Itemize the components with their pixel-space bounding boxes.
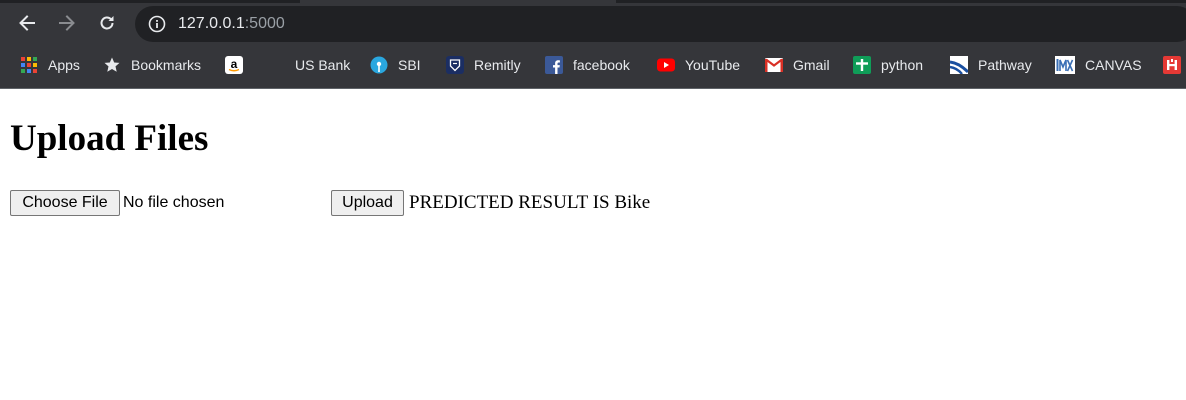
tab-strip <box>0 0 1186 3</box>
amazon-icon: a <box>225 56 243 74</box>
bookmark-python[interactable]: python <box>853 50 923 80</box>
bookmark-canvas[interactable]: CANVAS <box>1055 50 1142 80</box>
bookmark-label: facebook <box>573 57 630 73</box>
bookmark-amazon[interactable]: a <box>225 50 253 80</box>
apps-grid-icon <box>20 56 38 74</box>
active-tab[interactable] <box>300 0 616 3</box>
reload-button[interactable] <box>92 8 122 38</box>
upload-button[interactable]: Upload <box>331 190 404 216</box>
page-title: Upload Files <box>10 118 209 159</box>
url-port: :5000 <box>244 15 285 32</box>
reload-icon <box>100 16 114 30</box>
bookmark-label: CANVAS <box>1085 57 1142 73</box>
pathway-icon <box>950 56 968 74</box>
url-text[interactable]: 127.0.0.1:5000 <box>178 14 285 34</box>
arrow-left-icon <box>19 15 35 31</box>
canvas-icon <box>1055 56 1075 74</box>
back-button[interactable] <box>12 8 42 38</box>
bookmark-label: Remitly <box>474 57 521 73</box>
bookmark-gmail[interactable]: Gmail <box>765 50 830 80</box>
bookmark-label: US Bank <box>295 57 351 73</box>
star-icon <box>103 56 121 74</box>
bookmark-overflow[interactable] <box>1163 50 1186 80</box>
browser-chrome: 127.0.0.1:5000 Apps Bookmarks a US Bank … <box>0 0 1186 89</box>
bookmark-youtube[interactable]: YouTube <box>657 50 740 80</box>
choose-file-button[interactable]: Choose File <box>10 190 120 216</box>
bookmark-label: python <box>881 57 924 73</box>
bookmark-remitly[interactable]: Remitly <box>446 50 521 80</box>
file-status-text: No file chosen <box>123 194 225 211</box>
bookmark-sbi[interactable]: SBI <box>370 50 421 80</box>
bookmark-bookmarks[interactable]: Bookmarks <box>103 50 201 80</box>
prediction-result: PREDICTED RESULT IS Bike <box>409 192 651 213</box>
remitly-icon <box>446 56 464 74</box>
bookmark-apps[interactable]: Apps <box>20 50 80 80</box>
bookmark-pathway[interactable]: Pathway <box>950 50 1032 80</box>
forward-button[interactable] <box>52 8 82 38</box>
info-icon[interactable] <box>148 15 166 33</box>
arrow-right-icon <box>59 15 75 31</box>
bookmark-label: Apps <box>48 57 80 73</box>
bookmarks-bar: Apps Bookmarks a US Bank SBI Remitly fac… <box>0 50 1186 80</box>
page-content: Upload Files Choose File No file chosen … <box>0 89 1186 400</box>
bookmark-label: Pathway <box>978 57 1032 73</box>
bookmark-facebook[interactable]: facebook <box>545 50 630 80</box>
bookmark-label: SBI <box>398 57 421 73</box>
svg-text:a: a <box>231 57 238 71</box>
python-icon <box>853 56 871 74</box>
bookmark-us-bank[interactable]: US Bank <box>295 50 350 80</box>
url-host: 127.0.0.1 <box>178 15 245 32</box>
gmail-icon <box>765 56 783 74</box>
youtube-icon <box>657 56 675 74</box>
bookmark-label: YouTube <box>685 57 741 73</box>
bookmark-label: Bookmarks <box>131 57 202 73</box>
browser-toolbar: 127.0.0.1:5000 <box>0 4 1186 44</box>
bookmark-label: Gmail <box>793 57 830 73</box>
bookmark-icon <box>1163 56 1181 74</box>
address-bar[interactable]: 127.0.0.1:5000 <box>135 6 1186 42</box>
facebook-icon <box>545 56 563 74</box>
sbi-icon <box>370 56 388 74</box>
